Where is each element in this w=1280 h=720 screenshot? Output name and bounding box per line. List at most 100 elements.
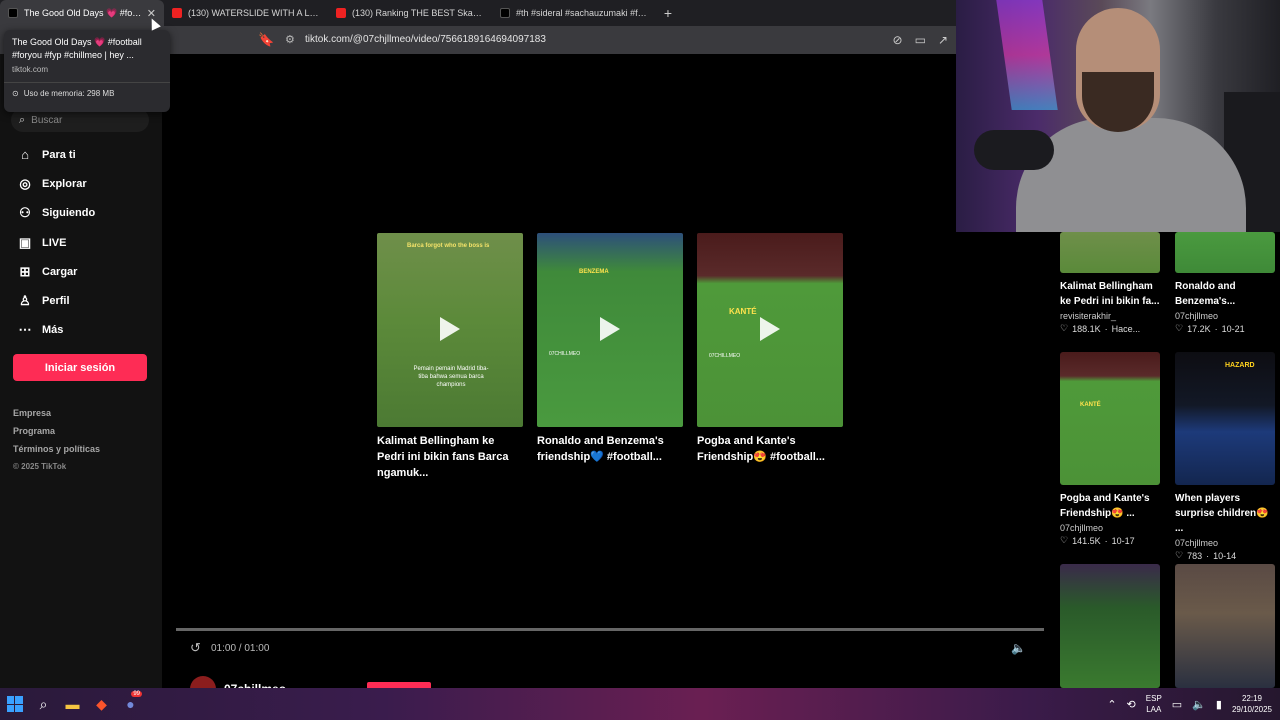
home-icon: ⌂ — [21, 147, 29, 163]
cast-icon[interactable]: ▭ — [915, 33, 926, 47]
video-thumbnail[interactable] — [1060, 564, 1160, 688]
grid-video-card[interactable]: KANTÉ Pogba and Kante's Friendship😍 ... … — [1060, 352, 1160, 546]
video-progress-bar[interactable] — [176, 628, 1044, 631]
video-author[interactable]: 07chjllmeo — [1175, 538, 1275, 548]
browser-tab[interactable]: (130) Ranking THE BEST Skateboard — [328, 0, 492, 26]
play-icon[interactable] — [600, 317, 620, 341]
new-tab-button[interactable]: + — [656, 5, 680, 21]
sidebar-item-perfil[interactable]: ♙ Perfil — [16, 286, 95, 315]
video-thumbnail[interactable]: KANTÉ 07CHILLMEO — [697, 233, 843, 427]
play-icon[interactable] — [440, 317, 460, 341]
discord-icon[interactable]: ● 99 — [116, 688, 145, 720]
related-video-card[interactable]: BENZEMA 07CHILLMEO Ronaldo and Benzema's… — [537, 233, 683, 465]
neon-poster — [996, 0, 1058, 110]
network-icon[interactable]: ▭ — [1172, 698, 1182, 711]
sidebar-item-cargar[interactable]: ⊞ Cargar — [16, 257, 95, 286]
no-tracking-icon[interactable]: ⊘ — [893, 33, 903, 47]
footer-link-empresa[interactable]: Empresa — [13, 408, 100, 426]
upload-icon: ⊞ — [19, 263, 31, 279]
language-indicator[interactable]: ESP LAA — [1146, 693, 1162, 715]
video-thumbnail[interactable] — [1175, 232, 1275, 273]
video-title[interactable]: Pogba and Kante's Friendship😍 ... — [1060, 491, 1160, 521]
video-author[interactable]: revisiterakhir_ — [1060, 311, 1160, 321]
footer-link-terminos[interactable]: Términos y políticas — [13, 444, 100, 462]
sidebar-nav: ⌂ Para ti ◎ Explorar ⚇ Siguiendo ▣ LIVE ⊞ Car… — [16, 140, 96, 345]
video-stats: ♡ 783 · 10-14 — [1175, 550, 1237, 561]
related-video-card[interactable]: Barca forgot who the boss is Pemain pema… — [377, 233, 523, 481]
video-thumbnail[interactable]: KANTÉ — [1060, 352, 1160, 485]
video-author[interactable]: 07chjllmeo — [1060, 523, 1160, 533]
footer-link-programa[interactable]: Programa — [13, 426, 100, 444]
sidebar-item-para-ti[interactable]: ⌂ Para ti — [16, 140, 95, 169]
file-explorer-icon[interactable]: ▬ — [58, 688, 87, 720]
login-button[interactable]: Iniciar sesión — [13, 354, 147, 381]
sidebar-item-mas[interactable]: ⋯ Más — [16, 316, 95, 345]
clock[interactable]: 22:19 29/10/2025 — [1232, 693, 1272, 715]
site-info-icon[interactable]: ⚙ — [285, 33, 295, 46]
tab-hover-card: The Good Old Days 💗 #football #foryou #f… — [4, 30, 170, 112]
like-count: 17.2K — [1187, 323, 1211, 334]
sidebar-item-live[interactable]: ▣ LIVE — [16, 228, 95, 257]
grid-video-card[interactable]: Kalimat Bellingham ke Pedri ini bikin fa… — [1060, 232, 1160, 334]
video-author[interactable]: 07chjllmeo — [1175, 311, 1275, 321]
grid-video-card[interactable]: Ronaldo and Benzema's... 07chjllmeo ♡ 17.… — [1175, 232, 1275, 334]
thumbnail-overlay-text: Barca forgot who the boss is — [407, 243, 490, 249]
play-icon[interactable] — [760, 317, 780, 341]
video-caption[interactable]: Pogba and Kante's Friendship😍 #football.… — [697, 433, 843, 465]
browser-tab[interactable]: #th #sideral #sachauzumaki #fyp # — [492, 0, 656, 26]
share-icon[interactable]: ↗ — [938, 33, 948, 47]
sidebar: ⌕ Buscar ⌂ Para ti ◎ Explorar ⚇ Siguiendo ▣… — [0, 54, 162, 688]
start-button[interactable] — [0, 688, 29, 720]
video-thumbnail[interactable]: HAZARD — [1175, 352, 1275, 485]
brave-browser-icon[interactable]: ◆ — [87, 688, 116, 720]
browser-tab[interactable]: (130) WATERSLIDE WITH A LAUNCH — [164, 0, 328, 26]
video-thumbnail[interactable]: BENZEMA 07CHILLMEO — [537, 233, 683, 427]
grid-video-card[interactable] — [1175, 564, 1275, 688]
progress-fill — [176, 628, 1044, 631]
youtube-favicon-icon — [172, 8, 182, 18]
grid-video-card[interactable] — [1060, 564, 1160, 688]
streamer-shirt — [1016, 118, 1246, 232]
video-title[interactable]: When players surprise children😍 ... — [1175, 491, 1275, 536]
sidebar-item-label: Explorar — [42, 177, 87, 190]
video-caption[interactable]: Kalimat Bellingham ke Pedri ini bikin fa… — [377, 433, 523, 481]
sync-icon[interactable]: ⟲ — [1127, 698, 1136, 711]
battery-icon[interactable]: ▮ — [1216, 698, 1222, 711]
video-thumbnail[interactable]: Barca forgot who the boss is Pemain pema… — [377, 233, 523, 427]
replay-icon[interactable]: ↺ — [190, 640, 201, 656]
tab-title: #th #sideral #sachauzumaki #fyp # — [516, 8, 648, 18]
tab-title: (130) Ranking THE BEST Skateboard — [352, 8, 484, 18]
windows-taskbar: ⌕ ▬ ◆ ● 99 ⌃ ⟲ ESP LAA ▭ 🔈 ▮ 22:19 29/10/20… — [0, 688, 1280, 720]
tab-hover-title: The Good Old Days 💗 #football #foryou #f… — [12, 37, 142, 60]
heart-icon: ♡ — [1175, 323, 1184, 333]
grid-video-card[interactable]: HAZARD When players surprise children😍 .… — [1175, 352, 1275, 561]
video-stats: ♡ 188.1K · Hace... — [1060, 323, 1141, 334]
url-field[interactable]: tiktok.com/@07chjllmeo/video/75661891646… — [305, 34, 546, 45]
volume-icon[interactable]: 🔈 — [1192, 698, 1206, 711]
bookmark-icon[interactable]: 🔖 — [258, 32, 274, 48]
video-title[interactable]: Kalimat Bellingham ke Pedri ini bikin fa… — [1060, 279, 1160, 309]
sidebar-item-label: Perfil — [42, 295, 70, 308]
volume-icon[interactable]: 🔈 — [1011, 641, 1026, 655]
video-thumbnail[interactable] — [1060, 232, 1160, 273]
webcam-overlay — [956, 0, 1280, 232]
sidebar-item-explorar[interactable]: ◎ Explorar — [16, 169, 95, 198]
related-video-card[interactable]: KANTÉ 07CHILLMEO Pogba and Kante's Frien… — [697, 233, 843, 465]
video-title[interactable]: Ronaldo and Benzema's... — [1175, 279, 1275, 309]
sidebar-item-siguiendo[interactable]: ⚇ Siguiendo — [16, 199, 95, 228]
thumbnail-overlay-text: HAZARD — [1225, 362, 1255, 369]
compass-icon: ◎ — [19, 175, 31, 191]
video-stats: ♡ 141.5K · 10-17 — [1060, 535, 1135, 546]
search-icon[interactable]: ⌕ — [29, 688, 58, 720]
thumbnail-overlay-text: Pemain pemain Madrid tiba-tiba bahwa sem… — [413, 366, 489, 388]
live-icon: ▣ — [18, 234, 32, 250]
browser-tab-active[interactable]: The Good Old Days 💗 #football ✕ — [0, 0, 164, 26]
video-date: 10-17 — [1111, 535, 1135, 546]
sidebar-item-label: Siguiendo — [42, 207, 96, 220]
video-thumbnail[interactable] — [1175, 564, 1275, 688]
thumbnail-overlay-text: BENZEMA — [579, 269, 609, 275]
sidebar-item-label: LIVE — [42, 236, 67, 249]
chevron-up-icon[interactable]: ⌃ — [1107, 698, 1116, 711]
memory-icon: ⊙ — [12, 89, 19, 98]
video-caption[interactable]: Ronaldo and Benzema's friendship💙 #footb… — [537, 433, 683, 465]
